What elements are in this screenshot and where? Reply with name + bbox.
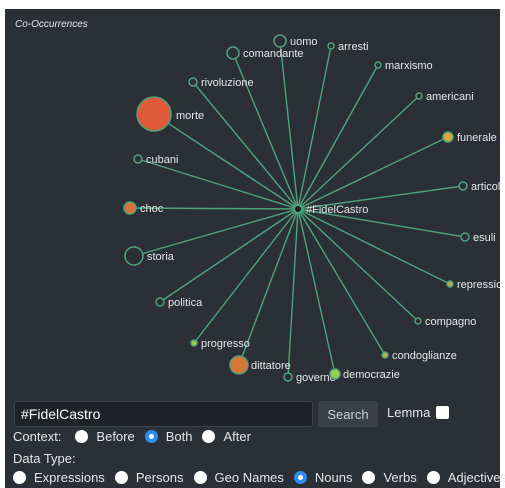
graph-node-label: americani	[426, 91, 474, 103]
graph-node-dittatore[interactable]	[229, 355, 249, 375]
graph-edge	[159, 208, 299, 303]
data-type-row: Expressions Persons Geo Names Nouns Verb…	[13, 470, 505, 485]
graph-node-uomo[interactable]	[273, 34, 287, 48]
graph-edge	[137, 158, 299, 210]
graph-node-democrazie[interactable]	[329, 368, 341, 380]
graph-edge	[133, 208, 299, 257]
lemma-label: Lemma	[387, 405, 431, 420]
co-occurrence-graph: uomocomandante arresti marxismo rivoluzione…	[123, 34, 500, 384]
graph-node-label: repressioni	[457, 279, 500, 291]
type-geo-names-label[interactable]: Geo Names	[215, 470, 284, 485]
graph-edge	[297, 95, 420, 210]
data-type-label: Data Type:	[13, 451, 76, 466]
graph-node-label: comandante	[243, 48, 304, 60]
type-persons-label[interactable]: Persons	[136, 470, 184, 485]
context-before-radio[interactable]	[75, 430, 89, 443]
graph-node-label: choc	[140, 203, 164, 215]
graph-node-repressioni[interactable]	[446, 280, 454, 288]
graph-node-compagno[interactable]	[414, 317, 422, 325]
graph-node-arresti[interactable]	[327, 42, 335, 50]
graph-edge	[192, 81, 299, 210]
graph-node-condoglianze[interactable]	[381, 351, 389, 359]
graph-node-morte[interactable]	[136, 96, 172, 132]
lemma-checkbox[interactable]	[436, 406, 449, 419]
context-row: Context: Before Both After	[13, 429, 251, 444]
type-geo-names-radio[interactable]	[193, 471, 207, 484]
graph-node-label: arresti	[338, 41, 369, 53]
graph-node-marxismo[interactable]	[374, 61, 382, 69]
graph-node-americani[interactable]	[415, 92, 423, 100]
graph-node-label: progresso	[201, 338, 250, 350]
graph-node-label: marxismo	[385, 60, 433, 72]
graph-node-rivoluzione[interactable]	[188, 77, 198, 87]
type-nouns-label[interactable]: Nouns	[315, 470, 353, 485]
type-expressions-radio[interactable]	[13, 471, 26, 484]
type-persons-radio[interactable]	[114, 471, 128, 484]
type-adjectives-radio[interactable]	[426, 471, 440, 484]
search-button[interactable]: Search	[318, 401, 378, 427]
type-expressions-label[interactable]: Expressions	[34, 470, 105, 485]
graph-edge	[297, 64, 379, 210]
graph-node-label: cubani	[146, 154, 178, 166]
type-nouns-radio[interactable]	[293, 471, 307, 484]
graph-center-node[interactable]	[293, 204, 303, 214]
graph-node-articolo[interactable]	[458, 181, 468, 191]
graph-edge	[279, 40, 299, 210]
graph-node-governo[interactable]	[283, 372, 293, 382]
graph-node-storia[interactable]	[124, 246, 144, 266]
graph-node-cubani[interactable]	[133, 154, 143, 164]
graph-node-label: funerale	[457, 132, 497, 144]
co-occurrences-panel: Co-Occurrences uomo comandante arresti marx…	[5, 9, 505, 488]
graph-node-comandante[interactable]	[226, 46, 240, 60]
graph-edge	[287, 208, 299, 378]
type-verbs-label[interactable]: Verbs	[383, 470, 416, 485]
context-after-label[interactable]: After	[223, 429, 250, 444]
type-verbs-radio[interactable]	[362, 471, 376, 484]
graph-node-choc[interactable]	[123, 201, 137, 215]
search-input[interactable]	[14, 401, 313, 427]
graph-node-progresso[interactable]	[190, 339, 198, 347]
graph-edge	[297, 45, 332, 210]
graph-edge	[297, 208, 336, 375]
type-adjectives-label[interactable]: Adjectives	[448, 470, 505, 485]
graph-node-label: esuli	[473, 232, 496, 244]
graph-node-funerale[interactable]	[442, 131, 454, 143]
graph-node-label: democrazie	[343, 369, 400, 381]
context-both-radio[interactable]	[144, 430, 158, 443]
graph-node-label: condoglianze	[392, 350, 457, 362]
data-type-label-row: Data Type:	[13, 451, 76, 466]
graph-node-label: politica	[168, 297, 203, 309]
graph-edge	[193, 208, 299, 344]
graph-node-politica[interactable]	[155, 297, 165, 307]
context-before-label[interactable]: Before	[96, 429, 134, 444]
graph-node-esuli[interactable]	[460, 232, 470, 242]
graph-center-label: #FidelCastro	[306, 204, 368, 216]
graph-node-label: compagno	[425, 316, 476, 328]
graph-node-label: uomo	[290, 36, 318, 48]
graph-node-label: storia	[147, 251, 175, 263]
graph-node-label: morte	[176, 110, 204, 122]
context-both-label[interactable]: Both	[166, 429, 193, 444]
context-after-radio[interactable]	[202, 430, 216, 443]
graph-node-label: rivoluzione	[201, 77, 254, 89]
graph-node-label: articolo	[471, 181, 500, 193]
graph-node-label: dittatore	[251, 360, 291, 372]
context-label: Context:	[13, 429, 62, 444]
